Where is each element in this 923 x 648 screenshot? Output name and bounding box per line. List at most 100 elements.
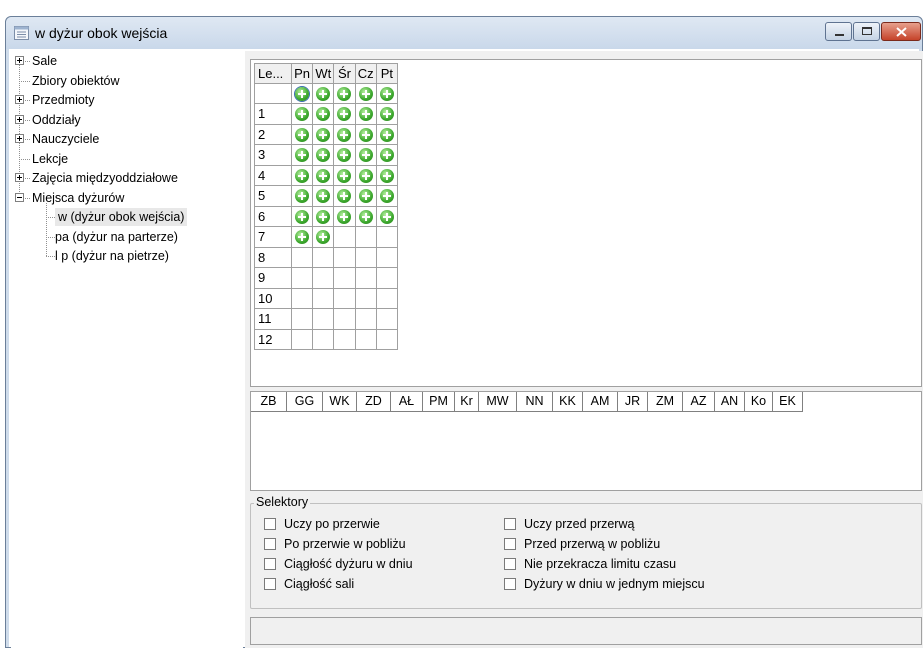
- schedule-cell[interactable]: [376, 165, 398, 186]
- lesson-row-header[interactable]: 10: [254, 288, 292, 309]
- schedule-cell[interactable]: [355, 145, 377, 166]
- object-tree[interactable]: Sale Zbiory obiektów Przedmioty Oddziały Nau…: [11, 51, 243, 648]
- schedule-cell[interactable]: [334, 104, 356, 125]
- day-header[interactable]: Cz: [355, 63, 377, 84]
- teacher-column-header[interactable]: ZD: [357, 392, 391, 412]
- schedule-cell[interactable]: [292, 104, 314, 125]
- schedule-cell[interactable]: [355, 288, 377, 309]
- schedule-cell[interactable]: [334, 206, 356, 227]
- checkbox-box[interactable]: [264, 558, 276, 570]
- schedule-cell[interactable]: [292, 83, 314, 104]
- schedule-cell[interactable]: [334, 268, 356, 289]
- teacher-column-header[interactable]: PM: [423, 392, 455, 412]
- schedule-cell[interactable]: [313, 124, 335, 145]
- schedule-cell[interactable]: [376, 186, 398, 207]
- teacher-column-header[interactable]: AN: [715, 392, 745, 412]
- schedule-cell[interactable]: [292, 288, 314, 309]
- schedule-cell[interactable]: [313, 309, 335, 330]
- schedule-cell[interactable]: [313, 206, 335, 227]
- tree-child-item[interactable]: l p (dyżur na pietrze): [11, 247, 243, 265]
- checkbox-box[interactable]: [264, 578, 276, 590]
- teacher-column-header[interactable]: AŁ: [391, 392, 423, 412]
- schedule-cell[interactable]: [355, 268, 377, 289]
- teacher-column-header[interactable]: KK: [553, 392, 583, 412]
- teacher-column-header[interactable]: JR: [618, 392, 648, 412]
- tree-item[interactable]: Zajęcia międzyoddziałowe: [11, 169, 243, 187]
- checkbox-box[interactable]: [504, 518, 516, 530]
- day-header[interactable]: Pn: [292, 63, 314, 84]
- schedule-cell[interactable]: [334, 227, 356, 248]
- teacher-column-header[interactable]: AM: [583, 392, 618, 412]
- checkbox-box[interactable]: [504, 558, 516, 570]
- schedule-cell[interactable]: [292, 206, 314, 227]
- schedule-cell[interactable]: [355, 227, 377, 248]
- schedule-cell[interactable]: [334, 329, 356, 350]
- lesson-row-header[interactable]: 11: [254, 309, 292, 330]
- checkbox-box[interactable]: [264, 518, 276, 530]
- schedule-cell[interactable]: [292, 309, 314, 330]
- lesson-row-header[interactable]: 7: [254, 227, 292, 248]
- maximize-button[interactable]: [853, 22, 880, 41]
- tree-item[interactable]: Oddziały: [11, 111, 243, 129]
- teacher-column-header[interactable]: WK: [323, 392, 357, 412]
- lesson-row-header[interactable]: 5: [254, 186, 292, 207]
- schedule-cell[interactable]: [355, 124, 377, 145]
- schedule-cell[interactable]: [334, 83, 356, 104]
- teacher-column-header[interactable]: Ko: [745, 392, 773, 412]
- schedule-cell[interactable]: [355, 186, 377, 207]
- lesson-row-header[interactable]: 2: [254, 124, 292, 145]
- schedule-cell[interactable]: [313, 247, 335, 268]
- tree-item[interactable]: Sale: [11, 52, 243, 70]
- day-header[interactable]: Śr: [334, 63, 356, 84]
- checkbox-box[interactable]: [504, 578, 516, 590]
- schedule-cell[interactable]: [376, 83, 398, 104]
- schedule-cell[interactable]: [355, 206, 377, 227]
- tree-child-item[interactable]: w (dyżur obok wejścia): [11, 208, 243, 226]
- schedule-cell[interactable]: [376, 268, 398, 289]
- schedule-cell[interactable]: [313, 268, 335, 289]
- schedule-cell[interactable]: [292, 247, 314, 268]
- day-header[interactable]: Wt: [313, 63, 335, 84]
- schedule-cell[interactable]: [376, 145, 398, 166]
- schedule-cell[interactable]: [355, 165, 377, 186]
- lesson-row-header[interactable]: 9: [254, 268, 292, 289]
- schedule-cell[interactable]: [334, 165, 356, 186]
- teacher-column-header[interactable]: ZM: [648, 392, 683, 412]
- schedule-cell[interactable]: [334, 247, 356, 268]
- schedule-cell[interactable]: [376, 227, 398, 248]
- schedule-cell[interactable]: [334, 309, 356, 330]
- teacher-column-header[interactable]: EK: [773, 392, 803, 412]
- grid-corner-header[interactable]: Le...: [254, 63, 292, 84]
- schedule-cell[interactable]: [334, 186, 356, 207]
- checkbox-box[interactable]: [504, 538, 516, 550]
- schedule-cell[interactable]: [376, 124, 398, 145]
- schedule-cell[interactable]: [292, 329, 314, 350]
- expand-icon[interactable]: [15, 56, 24, 65]
- tree-child-item[interactable]: pa (dyżur na parterze): [11, 228, 243, 246]
- schedule-cell[interactable]: [313, 104, 335, 125]
- schedule-cell[interactable]: [313, 227, 335, 248]
- schedule-cell[interactable]: [313, 165, 335, 186]
- schedule-cell[interactable]: [355, 329, 377, 350]
- collapse-icon[interactable]: [15, 192, 24, 202]
- schedule-cell[interactable]: [355, 309, 377, 330]
- title-bar[interactable]: w dyżur obok wejścia: [6, 17, 922, 49]
- teacher-column-header[interactable]: Kr: [455, 392, 479, 412]
- schedule-cell[interactable]: [292, 227, 314, 248]
- schedule-cell[interactable]: [313, 288, 335, 309]
- schedule-cell[interactable]: [376, 329, 398, 350]
- teacher-column-header[interactable]: AZ: [683, 392, 715, 412]
- schedule-cell[interactable]: [376, 309, 398, 330]
- lesson-row-header[interactable]: 12: [254, 329, 292, 350]
- schedule-cell[interactable]: [376, 104, 398, 125]
- lesson-row-header[interactable]: [254, 83, 292, 104]
- tree-item[interactable]: Lekcje: [11, 150, 243, 168]
- teacher-column-header[interactable]: MW: [479, 392, 517, 412]
- teacher-column-header[interactable]: NN: [517, 392, 553, 412]
- schedule-cell[interactable]: [334, 288, 356, 309]
- tree-item[interactable]: Przedmioty: [11, 91, 243, 109]
- schedule-cell[interactable]: [334, 145, 356, 166]
- schedule-cell[interactable]: [292, 165, 314, 186]
- expand-icon[interactable]: [15, 134, 24, 143]
- lesson-row-header[interactable]: 3: [254, 145, 292, 166]
